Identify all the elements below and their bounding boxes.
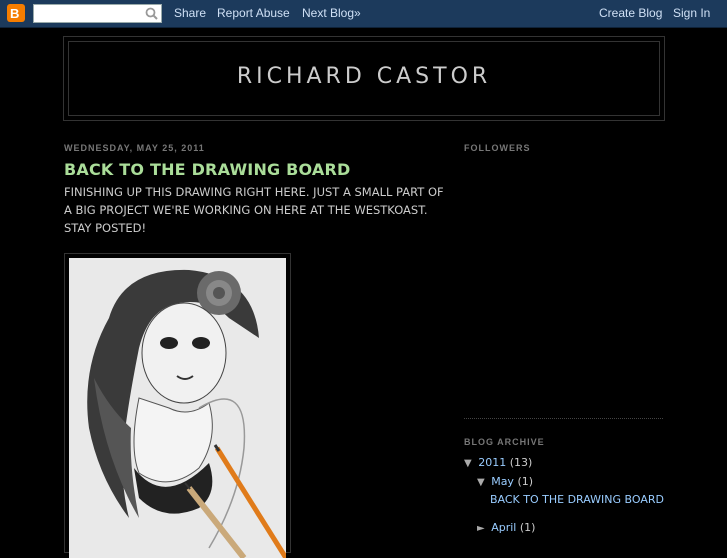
archive-month-link[interactable]: April bbox=[491, 521, 516, 534]
sign-in-link[interactable]: Sign In bbox=[673, 6, 710, 20]
archive-month-link[interactable]: May bbox=[491, 475, 514, 488]
search-box bbox=[33, 4, 162, 23]
post-body: FINISHING UP THIS DRAWING RIGHT HERE. JU… bbox=[64, 185, 444, 235]
blogger-logo-icon[interactable]: B bbox=[7, 4, 25, 22]
followers-heading: FOLLOWERS bbox=[464, 143, 531, 153]
next-blog-link[interactable]: Next Blog» bbox=[302, 6, 361, 20]
search-icon[interactable] bbox=[145, 7, 158, 20]
report-abuse-link[interactable]: Report Abuse bbox=[217, 6, 290, 20]
blog-archive-heading: BLOG ARCHIVE bbox=[464, 437, 545, 447]
blog-header-inner: RICHARD CASTOR bbox=[68, 41, 660, 116]
share-link[interactable]: Share bbox=[174, 6, 206, 20]
archive-year-2011: ▼ 2011 (13) bbox=[464, 456, 532, 469]
blog-header: RICHARD CASTOR bbox=[63, 36, 665, 121]
search-input[interactable] bbox=[35, 6, 145, 21]
blog-title[interactable]: RICHARD CASTOR bbox=[69, 64, 659, 89]
post-image-frame bbox=[64, 253, 291, 558]
post-title[interactable]: BACK TO THE DRAWING BOARD bbox=[64, 160, 351, 179]
archive-year-link[interactable]: 2011 bbox=[478, 456, 506, 469]
archive-month-may: ▼ May (1) bbox=[477, 475, 533, 488]
archive-post-link[interactable]: BACK TO THE DRAWING BOARD bbox=[490, 493, 664, 506]
archive-post-item: BACK TO THE DRAWING BOARD bbox=[490, 493, 664, 506]
archive-count: (1) bbox=[517, 475, 534, 488]
archive-month-april: ► April (1) bbox=[477, 521, 535, 534]
expanded-triangle-icon[interactable]: ▼ bbox=[477, 477, 485, 488]
post-drawing-image[interactable] bbox=[69, 258, 286, 558]
collapsed-triangle-icon[interactable]: ► bbox=[477, 523, 485, 534]
archive-count: (13) bbox=[509, 456, 533, 469]
blogger-navbar: B Share Report Abuse Next Blog» Create B… bbox=[0, 0, 727, 28]
expanded-triangle-icon[interactable]: ▼ bbox=[464, 458, 472, 469]
sidebar-divider bbox=[464, 418, 663, 419]
post-date: WEDNESDAY, MAY 25, 2011 bbox=[64, 143, 205, 153]
create-blog-link[interactable]: Create Blog bbox=[599, 6, 662, 20]
archive-count: (1) bbox=[519, 521, 536, 534]
